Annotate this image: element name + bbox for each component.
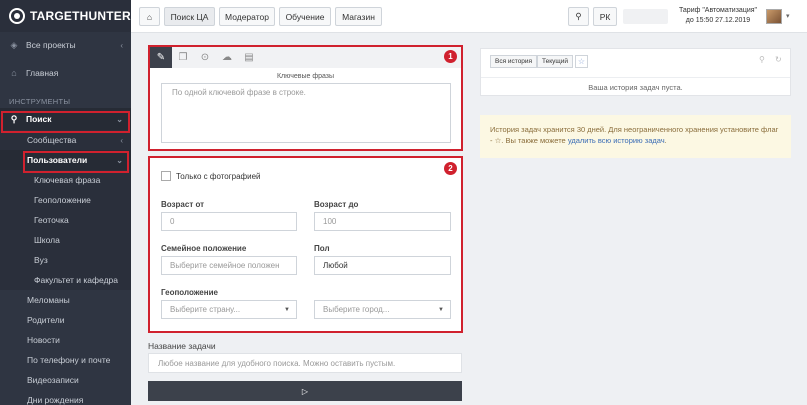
sidebar-item-parents[interactable]: Родители bbox=[0, 310, 131, 330]
city-select[interactable]: Выберите город... ▼ bbox=[314, 300, 451, 319]
history-empty-message: Ваша история задач пуста. bbox=[481, 77, 790, 96]
sidebar-item-label: Родители bbox=[27, 315, 65, 325]
step-badge-2: 2 bbox=[444, 162, 457, 175]
chevron-down-icon: ▼ bbox=[284, 306, 290, 313]
history-notice: История задач хранится 30 дней. Для неог… bbox=[480, 115, 791, 158]
notice-end: . bbox=[664, 136, 667, 145]
sidebar-subitem[interactable]: Вуз bbox=[0, 250, 131, 270]
task-name-input[interactable]: Любое название для удобного поиска. Можн… bbox=[148, 353, 462, 373]
tab-current-history[interactable]: Текущий bbox=[537, 55, 573, 68]
sidebar-section-tools: ИНСТРУМЕНТЫ bbox=[9, 97, 71, 106]
family-status-select[interactable]: Выберите семейное положен bbox=[161, 256, 297, 275]
sidebar-subitem-university: Вуз bbox=[34, 255, 48, 265]
sidebar-item-music-lovers[interactable]: Меломаны bbox=[0, 290, 131, 310]
tab-all-history[interactable]: Вся история bbox=[490, 55, 538, 68]
filters-panel: Только с фотографией Возраст от 0 Возрас… bbox=[148, 156, 463, 333]
step-badge-1: 1 bbox=[444, 50, 457, 63]
sidebar: TARGETHUNTER ◈ Все проекты ‹ ⌂ Главная И… bbox=[0, 0, 131, 405]
tariff-name: Тариф "Автоматизация" bbox=[678, 7, 758, 14]
sidebar-subitem[interactable]: Факультет и кафедра bbox=[0, 270, 131, 290]
sidebar-item-label: По телефону и почте bbox=[27, 355, 111, 365]
sidebar-subitem-school: Школа bbox=[34, 235, 60, 245]
sidebar-item-news[interactable]: Новости bbox=[0, 330, 131, 350]
city-select-value: Выберите город... bbox=[323, 305, 390, 314]
tab-audience-search[interactable]: Поиск ЦА bbox=[164, 7, 215, 26]
sidebar-subitem[interactable]: Геоточка bbox=[0, 210, 131, 230]
only-photo-label: Только с фотографией bbox=[176, 172, 261, 181]
country-select[interactable]: Выберите страну... ▼ bbox=[161, 300, 297, 319]
sidebar-subitem[interactable]: Школа bbox=[0, 230, 131, 250]
sidebar-item-phone-email[interactable]: По телефону и почте bbox=[0, 350, 131, 370]
chevron-left-icon: ‹ bbox=[120, 135, 123, 145]
tab-moderator[interactable]: Модератор bbox=[219, 7, 275, 26]
highlight-search bbox=[1, 111, 130, 133]
edit-icon[interactable]: ✎ bbox=[150, 47, 172, 68]
age-to-label: Возраст до bbox=[314, 200, 359, 209]
book-icon[interactable]: ▤ bbox=[238, 47, 260, 68]
chevron-down-icon: ▼ bbox=[438, 306, 444, 313]
age-from-label: Возраст от bbox=[161, 200, 205, 209]
search-mode-tabs: ✎ ❐ ⊙ ☁ ▤ bbox=[150, 47, 461, 68]
logo[interactable]: TARGETHUNTER bbox=[0, 0, 131, 32]
sidebar-item-birthdays[interactable]: Дни рождения bbox=[0, 390, 131, 405]
home-button[interactable]: ⌂ bbox=[139, 7, 160, 26]
sidebar-item-communities[interactable]: Сообщества ‹ bbox=[0, 130, 131, 150]
home-icon: ⌂ bbox=[146, 11, 153, 22]
only-photo-checkbox[interactable] bbox=[161, 171, 171, 181]
history-panel: Вся история Текущий ☆ ⚲ ↻ Ваша история з… bbox=[480, 48, 791, 96]
chevron-left-icon: ‹ bbox=[120, 40, 123, 50]
avatar[interactable] bbox=[766, 9, 782, 24]
search-icon[interactable]: ⚲ bbox=[759, 55, 765, 64]
gender-label: Пол bbox=[314, 244, 330, 253]
layers-icon: ◈ bbox=[10, 39, 18, 50]
sidebar-item-home[interactable]: ⌂ Главная bbox=[0, 58, 131, 88]
sidebar-subitem-faculty: Факультет и кафедра bbox=[34, 275, 118, 285]
sidebar-item-videos[interactable]: Видеозаписи bbox=[0, 370, 131, 390]
task-name-label: Название задачи bbox=[148, 341, 216, 351]
home-icon: ⌂ bbox=[11, 68, 17, 78]
sidebar-item-label: Новости bbox=[27, 335, 60, 345]
cloud-upload-icon[interactable]: ☁ bbox=[216, 47, 238, 68]
tab-shop[interactable]: Магазин bbox=[335, 7, 382, 26]
sidebar-subitem-keyword: Ключевая фраза bbox=[34, 175, 101, 185]
highlight-users bbox=[23, 151, 129, 173]
sidebar-subitem-geoposition: Геоположение bbox=[34, 195, 91, 205]
sidebar-subitem[interactable]: Ключевая фраза bbox=[0, 170, 131, 190]
copy-icon[interactable]: ❐ bbox=[172, 47, 194, 68]
play-icon: ▷ bbox=[301, 386, 309, 396]
logo-icon bbox=[9, 8, 25, 24]
sidebar-item-label: Главная bbox=[26, 68, 59, 78]
tariff-expiry: до 15:50 27.12.2019 bbox=[685, 17, 751, 24]
search-icon: ⚲ bbox=[575, 11, 582, 21]
geo-label: Геоположение bbox=[161, 288, 218, 297]
sidebar-subitem-geopoint: Геоточка bbox=[34, 215, 69, 225]
map-pin-icon[interactable]: ⊙ bbox=[194, 47, 216, 68]
age-to-input[interactable]: 100 bbox=[314, 212, 451, 231]
keywords-textarea[interactable]: По одной ключевой фразе в строке. bbox=[161, 83, 451, 143]
gender-select[interactable]: Любой bbox=[314, 256, 451, 275]
sidebar-item-label: Дни рождения bbox=[27, 395, 84, 405]
sidebar-subitem[interactable]: Геоположение bbox=[0, 190, 131, 210]
blurred-balance bbox=[623, 9, 668, 24]
run-button[interactable]: ▷ bbox=[148, 381, 462, 401]
tab-learning[interactable]: Обучение bbox=[279, 7, 331, 26]
sidebar-item-label: Видеозаписи bbox=[27, 375, 79, 385]
sidebar-item-label: Сообщества bbox=[27, 135, 77, 145]
country-select-value: Выберите страну... bbox=[170, 305, 241, 314]
pk-button[interactable]: РК bbox=[593, 7, 617, 26]
keywords-label: Ключевые фразы bbox=[276, 73, 335, 80]
logo-text: TARGETHUNTER bbox=[30, 9, 131, 23]
sidebar-item-all-projects[interactable]: ◈ Все проекты ‹ bbox=[0, 32, 131, 58]
search-button[interactable]: ⚲ bbox=[568, 7, 589, 26]
sidebar-item-label: Все проекты bbox=[26, 40, 76, 50]
age-from-input[interactable]: 0 bbox=[161, 212, 297, 231]
chevron-down-icon[interactable]: ▾ bbox=[786, 12, 790, 20]
star-icon[interactable]: ☆ bbox=[575, 55, 588, 68]
family-status-label: Семейное положение bbox=[161, 244, 247, 253]
sidebar-item-label: Меломаны bbox=[27, 295, 70, 305]
keywords-panel: ✎ ❐ ⊙ ☁ ▤ Ключевые фразы По одной ключев… bbox=[148, 45, 463, 151]
tariff-info[interactable]: Тариф "Автоматизация" до 15:50 27.12.201… bbox=[673, 6, 763, 26]
refresh-icon[interactable]: ↻ bbox=[775, 55, 782, 64]
delete-history-link[interactable]: удалить всю историю задач bbox=[568, 136, 665, 145]
